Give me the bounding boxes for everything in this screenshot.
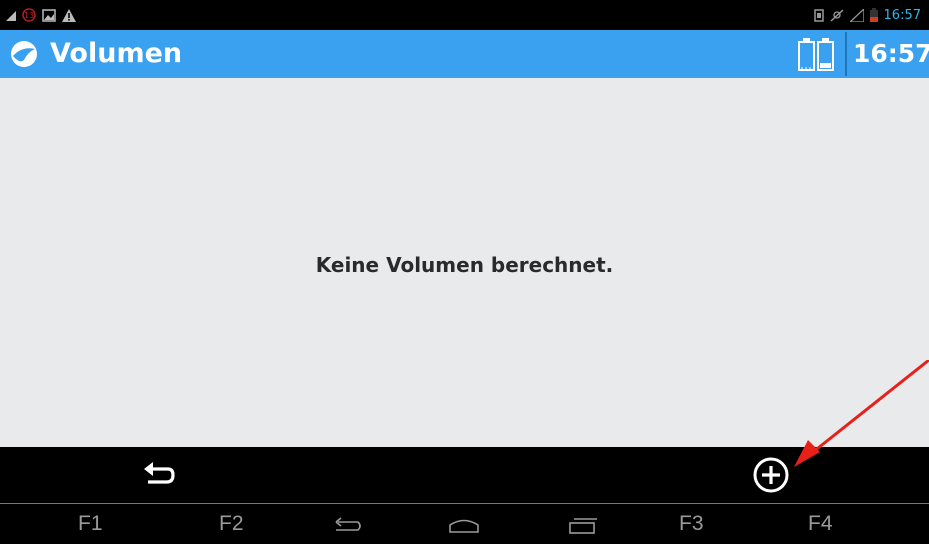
sim-icon <box>813 8 824 22</box>
add-circle-icon[interactable] <box>751 455 791 495</box>
action-bar: Volumen 16:57 <box>0 30 929 78</box>
warning-icon <box>62 8 76 22</box>
app-logo-icon[interactable] <box>10 40 38 68</box>
system-nav-bar: F1 F2 F3 F4 <box>0 504 929 544</box>
app-bottom-bar <box>0 447 929 503</box>
back-nav-icon[interactable] <box>330 514 364 536</box>
svg-text:13: 13 <box>24 11 34 20</box>
status-bar: 13 16:57 <box>0 0 929 30</box>
empty-state-message: Keine Volumen berechnet. <box>315 253 614 277</box>
image-icon <box>42 8 56 22</box>
battery-low-icon <box>869 8 878 22</box>
page-title: Volumen <box>50 38 183 69</box>
no-sound-icon <box>830 8 844 22</box>
recent-apps-icon[interactable] <box>566 514 600 536</box>
status-icons-left: 13 <box>6 4 76 26</box>
f3-key[interactable]: F3 <box>679 512 704 536</box>
status-time: 16:57 <box>883 7 921 23</box>
home-nav-icon[interactable] <box>447 514 481 536</box>
battery-status-icon <box>798 38 834 71</box>
f1-key[interactable]: F1 <box>78 512 103 536</box>
signal-strength-icon <box>849 8 864 22</box>
signal-icon <box>6 11 16 21</box>
action-bar-divider <box>845 32 847 76</box>
f2-key[interactable]: F2 <box>219 512 244 536</box>
f4-key[interactable]: F4 <box>808 512 833 536</box>
notification-badge-icon: 13 <box>22 8 36 22</box>
main-content: Keine Volumen berechnet. <box>0 78 929 447</box>
action-bar-clock: 16:57 <box>853 39 929 68</box>
status-icons-right: 16:57 <box>813 4 921 26</box>
back-icon[interactable] <box>140 457 180 493</box>
